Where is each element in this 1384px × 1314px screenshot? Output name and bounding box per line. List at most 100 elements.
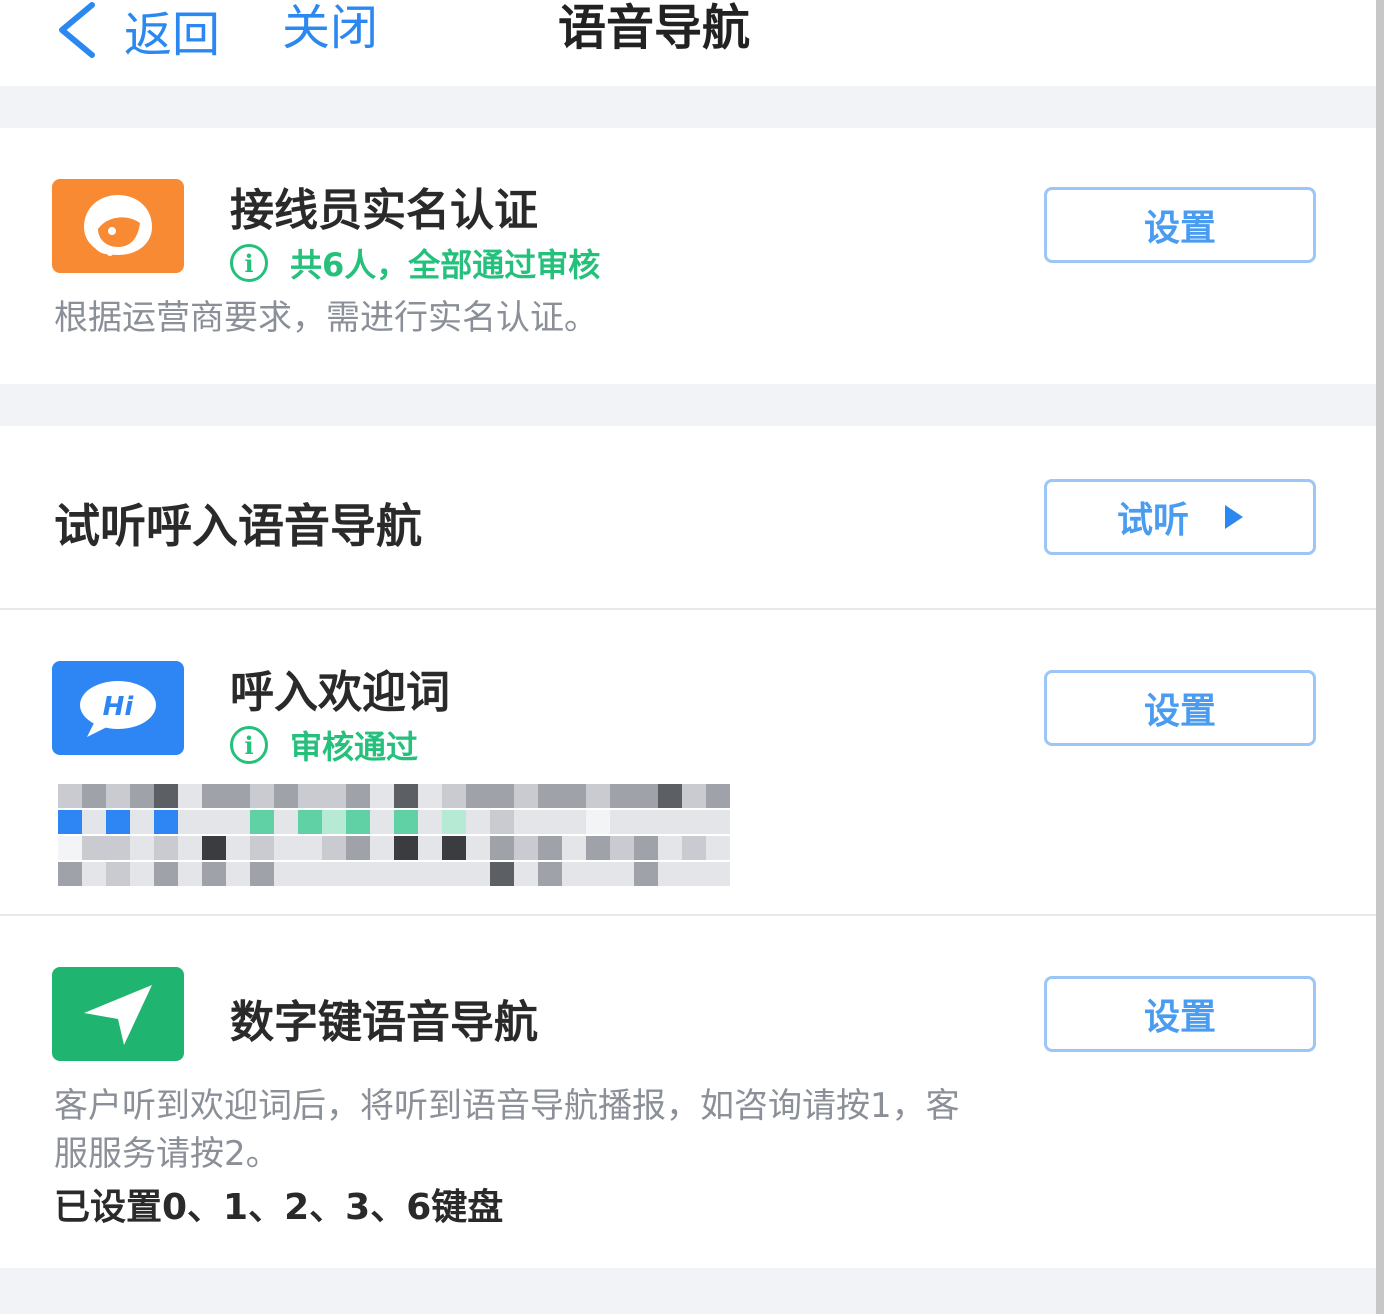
mosaic-block: [418, 836, 442, 860]
keypad-title: 数字键语音导航: [230, 997, 538, 1048]
mosaic-block: [82, 784, 106, 808]
preview-play-label: 试听: [1116, 500, 1189, 541]
back-label: 返回: [124, 7, 221, 63]
mosaic-block: [610, 784, 634, 808]
play-icon: [1225, 505, 1243, 529]
mosaic-block: [58, 784, 82, 808]
mosaic-block: [58, 810, 82, 834]
mosaic-block: [346, 836, 370, 860]
mosaic-block: [586, 862, 610, 886]
redacted-mosaic: [58, 784, 730, 888]
mosaic-block: [394, 784, 418, 808]
mosaic-block: [442, 810, 466, 834]
mosaic-block: [58, 836, 82, 860]
mosaic-block: [370, 836, 394, 860]
mosaic-block: [514, 836, 538, 860]
mosaic-block: [178, 784, 202, 808]
mosaic-block: [298, 810, 322, 834]
preview-title: 试听呼入语音导航: [54, 499, 422, 553]
verification-status: i 共6人，全部通过审核: [230, 240, 600, 286]
mosaic-block: [610, 810, 634, 834]
mosaic-block: [586, 784, 610, 808]
keypad-settings-button[interactable]: 设置: [1044, 976, 1316, 1052]
keypad-settings-label: 设置: [1143, 997, 1216, 1038]
mosaic-block: [322, 862, 346, 886]
mosaic-block: [418, 810, 442, 834]
mosaic-block: [490, 862, 514, 886]
mosaic-block: [226, 862, 250, 886]
page-title: 语音导航: [558, 0, 751, 56]
mosaic-block: [418, 862, 442, 886]
mosaic-block: [466, 836, 490, 860]
info-icon: i: [230, 244, 268, 282]
mosaic-block: [538, 862, 562, 886]
mosaic-block: [346, 862, 370, 886]
mosaic-block: [226, 784, 250, 808]
welcome-settings-button[interactable]: 设置: [1044, 670, 1316, 746]
voice-navigation-card: 试听呼入语音导航 试听 Hi 呼入欢迎词 i 审核通过 设置 数字键语音导航 设…: [0, 426, 1376, 1268]
mosaic-block: [322, 784, 346, 808]
mosaic-block: [106, 862, 130, 886]
mosaic-block: [322, 836, 346, 860]
mosaic-block: [466, 862, 490, 886]
mosaic-block: [490, 784, 514, 808]
mosaic-block: [226, 810, 250, 834]
keypad-description-line2: 服服务请按2。: [54, 1134, 280, 1174]
mosaic-block: [82, 836, 106, 860]
mosaic-block: [682, 784, 706, 808]
mosaic-block: [490, 810, 514, 834]
mosaic-block: [250, 836, 274, 860]
mosaic-block: [274, 810, 298, 834]
verification-description: 根据运营商要求，需进行实名认证。: [54, 298, 598, 338]
mosaic-block: [346, 810, 370, 834]
mosaic-block: [562, 836, 586, 860]
mosaic-block: [370, 862, 394, 886]
verification-settings-label: 设置: [1143, 208, 1216, 249]
mosaic-block: [82, 862, 106, 886]
mosaic-block: [562, 784, 586, 808]
mosaic-block: [154, 862, 178, 886]
mosaic-block: [250, 810, 274, 834]
back-button[interactable]: 返回: [52, 0, 220, 63]
mosaic-block: [538, 784, 562, 808]
mosaic-block: [226, 836, 250, 860]
configured-keys: 已设置0、1、2、3、6键盘: [54, 1187, 504, 1228]
headset-agent-icon: [52, 179, 184, 273]
mosaic-block: [682, 836, 706, 860]
mosaic-block: [658, 836, 682, 860]
mosaic-block: [130, 784, 154, 808]
mosaic-block: [298, 784, 322, 808]
mosaic-block: [154, 810, 178, 834]
mosaic-block: [514, 862, 538, 886]
mosaic-block: [298, 836, 322, 860]
hi-icon-text: Hi: [103, 692, 135, 722]
mosaic-block: [538, 836, 562, 860]
verification-settings-button[interactable]: 设置: [1044, 187, 1316, 263]
mosaic-block: [154, 836, 178, 860]
mosaic-block: [394, 836, 418, 860]
mosaic-block: [274, 836, 298, 860]
mosaic-block: [610, 862, 634, 886]
mosaic-block: [250, 862, 274, 886]
mosaic-block: [682, 810, 706, 834]
mosaic-block: [586, 836, 610, 860]
mosaic-block: [634, 862, 658, 886]
row-divider: [0, 914, 1376, 916]
welcome-status-text: 审核通过: [290, 728, 419, 766]
mosaic-block: [706, 784, 730, 808]
mosaic-block: [202, 784, 226, 808]
mosaic-block: [106, 836, 130, 860]
mosaic-block: [634, 810, 658, 834]
mosaic-block: [346, 784, 370, 808]
navigation-arrow-icon: [52, 967, 184, 1061]
mosaic-block: [442, 862, 466, 886]
mosaic-block: [490, 836, 514, 860]
close-button[interactable]: 关闭: [282, 0, 378, 60]
mosaic-block: [178, 862, 202, 886]
mosaic-block: [562, 810, 586, 834]
mosaic-block: [202, 810, 226, 834]
hi-chat-bubble-icon: Hi: [52, 661, 184, 755]
mosaic-block: [538, 810, 562, 834]
preview-play-button[interactable]: 试听: [1044, 479, 1316, 555]
mosaic-block: [418, 784, 442, 808]
